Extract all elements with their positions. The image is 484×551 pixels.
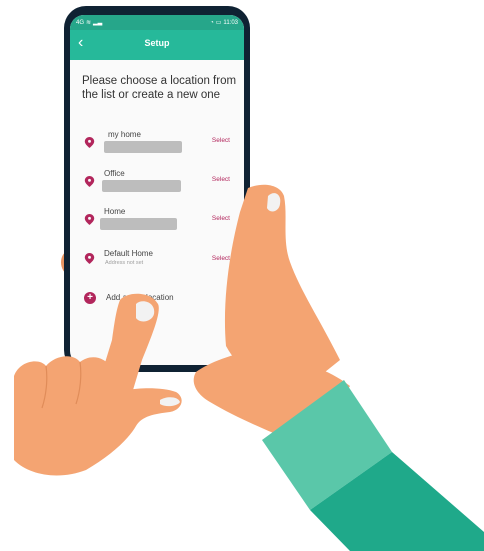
holding-hand	[193, 184, 484, 551]
hands-illustration	[14, 184, 484, 551]
pointing-hand	[14, 293, 182, 476]
hand-palm	[14, 356, 182, 476]
scene: 4G ≋ ▂▃ ◔ ▭ 11:03 ‹ Setup Please choose …	[0, 0, 484, 551]
